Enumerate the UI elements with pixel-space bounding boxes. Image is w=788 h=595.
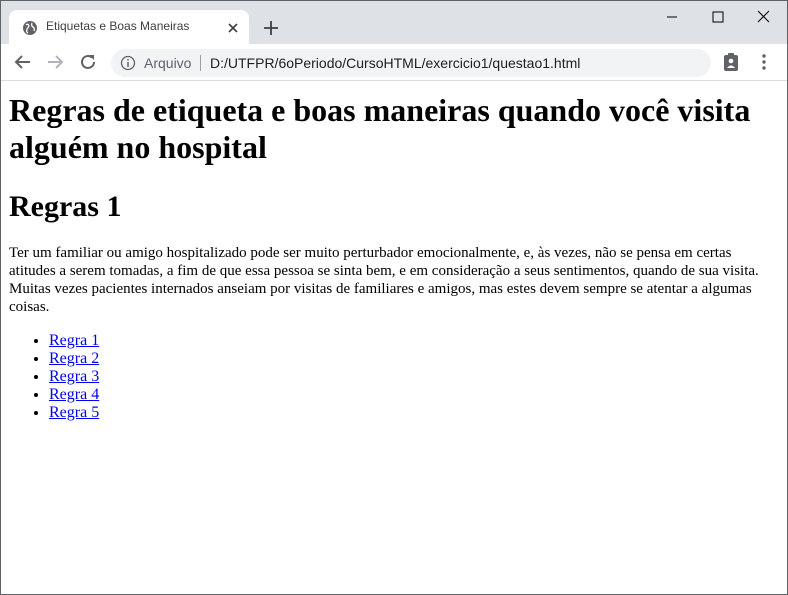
minimize-icon[interactable] — [649, 1, 695, 33]
rule-2-link[interactable]: Regra 2 — [49, 350, 99, 367]
page-title: Regras de etiqueta e boas maneiras quand… — [9, 92, 751, 165]
back-arrow-icon[interactable] — [13, 52, 33, 72]
close-window-icon[interactable] — [741, 1, 787, 33]
forward-arrow-icon[interactable] — [45, 52, 65, 72]
section-title: Regras 1 — [9, 190, 122, 223]
tab-active[interactable]: Etiquetas e Boas Maneiras — [9, 10, 249, 44]
list-item: Regra 4 — [49, 386, 779, 404]
address-bar[interactable]: Arquivo D:/UTFPR/6oPeriodo/CursoHTML/exe… — [111, 49, 711, 77]
tab-title: Etiquetas e Boas Maneiras — [46, 19, 190, 33]
list-item: Regra 3 — [49, 368, 779, 386]
intro-paragraph: Ter um familiar ou amigo hospitalizado p… — [9, 245, 759, 315]
new-tab-icon[interactable] — [261, 18, 281, 38]
rule-3-link[interactable]: Regra 3 — [49, 368, 99, 385]
list-item: Regra 2 — [49, 350, 779, 368]
page-content: Regras de etiqueta e boas maneiras quand… — [1, 82, 787, 594]
file-scheme-label: Arquivo — [144, 55, 192, 71]
maximize-icon[interactable] — [695, 1, 741, 33]
tab-strip: Etiquetas e Boas Maneiras — [1, 1, 787, 44]
kebab-menu-icon[interactable] — [754, 52, 774, 72]
clipboard-badge-icon[interactable] — [721, 52, 741, 72]
rule-1-link[interactable]: Regra 1 — [49, 332, 99, 349]
info-icon[interactable] — [120, 55, 136, 71]
list-item: Regra 1 — [49, 332, 779, 350]
browser-window: Etiquetas e Boas Maneiras Arquivo D:/UTF… — [0, 0, 788, 595]
rules-list: Regra 1 Regra 2 Regra 3 Regra 4 Regra 5 — [9, 332, 779, 422]
rule-5-link[interactable]: Regra 5 — [49, 404, 99, 421]
globe-icon — [23, 21, 37, 35]
list-item: Regra 5 — [49, 404, 779, 422]
rule-4-link[interactable]: Regra 4 — [49, 386, 99, 403]
browser-toolbar: Arquivo D:/UTFPR/6oPeriodo/CursoHTML/exe… — [1, 44, 787, 81]
address-separator — [200, 55, 201, 71]
close-tab-icon[interactable] — [225, 20, 241, 36]
url-text[interactable]: D:/UTFPR/6oPeriodo/CursoHTML/exercicio1/… — [210, 55, 580, 71]
reload-icon[interactable] — [78, 52, 98, 72]
